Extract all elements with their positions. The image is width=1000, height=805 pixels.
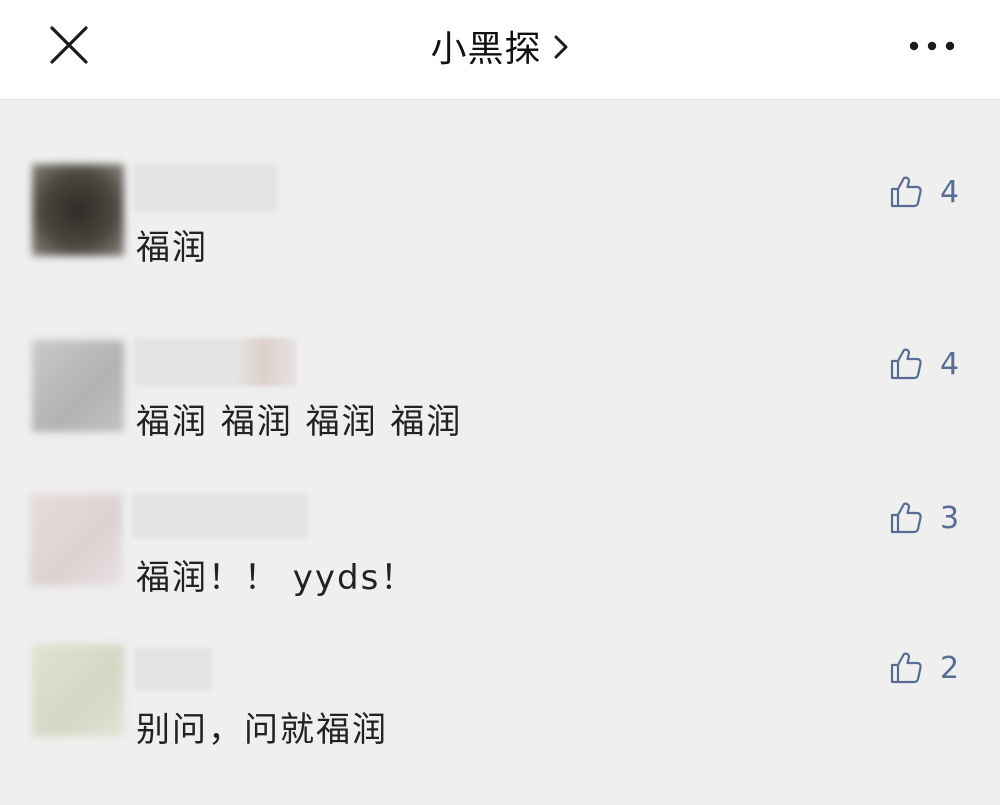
thumbs-up-icon xyxy=(890,176,922,208)
like-count: 2 xyxy=(940,650,960,686)
avatar[interactable] xyxy=(32,164,124,256)
thumbs-up-icon xyxy=(890,348,922,380)
like-count: 3 xyxy=(940,500,960,536)
account-title-link[interactable]: 小黑探 xyxy=(0,0,1000,92)
like-button[interactable]: 4 xyxy=(888,170,978,214)
like-button[interactable]: 4 xyxy=(888,342,978,386)
like-button[interactable]: 2 xyxy=(888,646,978,690)
header-bar: 小黑探 xyxy=(0,0,1000,100)
comment-text: 福润！！ yyds！ xyxy=(136,558,417,598)
nickname-blurred[interactable] xyxy=(134,164,278,212)
comment-text: 福润 福润 福润 福润 xyxy=(136,402,463,442)
comment-text: 别问，问就福润 xyxy=(136,710,388,750)
like-button[interactable]: 3 xyxy=(888,496,978,540)
page-title: 小黑探 xyxy=(430,29,542,70)
nickname-blurred[interactable] xyxy=(132,494,308,538)
comment-item: 福润！！ yyds！ 3 xyxy=(0,494,1000,624)
like-count: 4 xyxy=(940,346,960,382)
comment-item: 福润 4 xyxy=(0,164,1000,294)
thumbs-up-icon xyxy=(890,652,922,684)
comment-text: 福润 xyxy=(136,228,208,268)
like-count: 4 xyxy=(940,174,960,210)
avatar[interactable] xyxy=(32,644,124,736)
avatar[interactable] xyxy=(32,340,124,432)
nickname-blurred[interactable] xyxy=(134,338,296,386)
comment-sheet: 小黑探 福润 4 福润 福润 福润 福润 4 福润！！ yyds！ 3 别问，问… xyxy=(0,0,1000,805)
thumbs-up-icon xyxy=(890,502,922,534)
nickname-blurred[interactable] xyxy=(134,648,212,690)
chevron-right-icon xyxy=(554,35,567,59)
avatar[interactable] xyxy=(30,494,122,586)
more-icon[interactable] xyxy=(906,26,958,66)
comment-item: 福润 福润 福润 福润 4 xyxy=(0,338,1000,468)
comment-item: 别问，问就福润 2 xyxy=(0,644,1000,776)
